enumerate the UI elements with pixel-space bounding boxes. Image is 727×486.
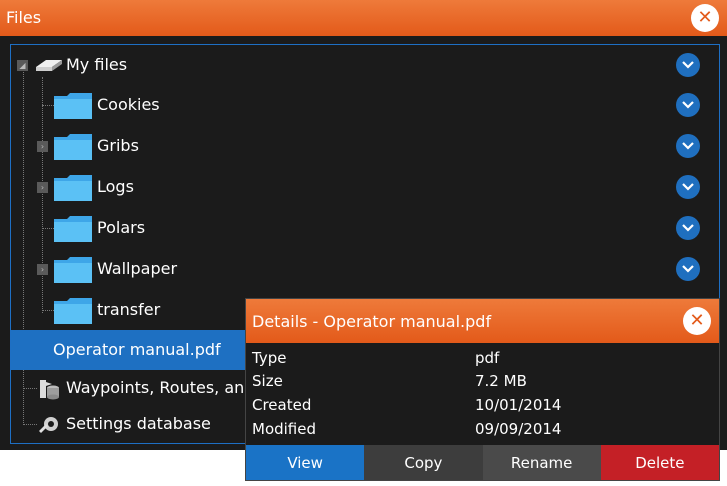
- item-menu-button[interactable]: [676, 216, 700, 240]
- tree-connector: [23, 388, 37, 389]
- tree-item-label: transfer: [97, 300, 161, 319]
- close-icon: ✕: [697, 7, 713, 28]
- folder-icon: [54, 134, 92, 160]
- tree-item-label: Operator manual.pdf: [53, 340, 221, 359]
- detail-value-type: pdf: [475, 349, 500, 367]
- window-title: Files: [6, 8, 42, 27]
- close-button[interactable]: ✕: [691, 4, 719, 32]
- folder-icon: [54, 257, 92, 283]
- expand-icon[interactable]: ◢: [17, 60, 28, 71]
- item-menu-button[interactable]: [676, 175, 700, 199]
- detail-value-modified: 09/09/2014: [475, 420, 562, 438]
- tree-item-my-files[interactable]: ◢ My files: [11, 45, 719, 85]
- tree-item-logs[interactable]: › Logs: [11, 167, 719, 207]
- details-title-bar: Details - Operator manual.pdf ✕: [246, 299, 719, 343]
- chevron-down-icon: [682, 142, 694, 150]
- settings-icon: [39, 417, 58, 433]
- expand-icon[interactable]: ›: [37, 264, 48, 275]
- detail-value-size: 7.2 MB: [475, 372, 527, 390]
- copy-button[interactable]: Copy: [364, 445, 483, 480]
- item-menu-button[interactable]: [676, 134, 700, 158]
- tree-item-label: Wallpaper: [97, 259, 178, 278]
- chevron-down-icon: [682, 183, 694, 191]
- tree-item-gribs[interactable]: › Gribs: [11, 126, 719, 166]
- detail-label-modified: Modified: [252, 420, 317, 438]
- details-close-button[interactable]: ✕: [683, 307, 711, 335]
- tree-item-label: Logs: [97, 177, 134, 196]
- title-bar: Files ✕: [0, 0, 727, 36]
- folder-icon: [54, 216, 92, 242]
- item-menu-button[interactable]: [676, 53, 700, 77]
- folder-icon: [54, 93, 92, 119]
- chevron-down-icon: [682, 224, 694, 232]
- folder-icon: [54, 175, 92, 201]
- details-dialog: Details - Operator manual.pdf ✕ Type pdf…: [245, 298, 720, 481]
- chevron-down-icon: [682, 265, 694, 273]
- details-title: Details - Operator manual.pdf: [252, 312, 492, 331]
- expand-icon[interactable]: ›: [37, 141, 48, 152]
- item-menu-button[interactable]: [676, 257, 700, 281]
- expand-icon[interactable]: ›: [37, 182, 48, 193]
- detail-label-created: Created: [252, 396, 312, 414]
- chevron-down-icon: [682, 61, 694, 69]
- drive-icon: [36, 60, 62, 71]
- view-button[interactable]: View: [246, 445, 365, 480]
- tree-item-wallpaper[interactable]: › Wallpaper: [11, 249, 719, 289]
- detail-label-size: Size: [252, 372, 283, 390]
- tree-item-label: Gribs: [97, 136, 139, 155]
- item-menu-button[interactable]: [676, 93, 700, 117]
- tree-item-label: Polars: [97, 218, 146, 237]
- detail-label-type: Type: [252, 349, 287, 367]
- close-icon: ✕: [689, 310, 705, 331]
- tree-item-label: Waypoints, Routes, and: [66, 378, 255, 397]
- delete-button[interactable]: Delete: [600, 445, 719, 480]
- tree-item-label: Settings database: [66, 414, 211, 433]
- chevron-down-icon: [682, 101, 694, 109]
- folder-icon: [54, 298, 92, 324]
- tree-item-label: My files: [66, 55, 128, 74]
- tree-item-operator-manual[interactable]: Operator manual.pdf: [11, 330, 246, 370]
- detail-value-created: 10/01/2014: [475, 396, 562, 414]
- waypoints-database-icon: [40, 380, 59, 400]
- tree-connector: [23, 424, 37, 425]
- tree-item-polars[interactable]: Polars: [11, 208, 719, 248]
- details-button-bar: View Copy Rename Delete: [246, 445, 719, 480]
- rename-button[interactable]: Rename: [482, 445, 601, 480]
- tree-item-label: Cookies: [97, 95, 160, 114]
- tree-item-cookies[interactable]: Cookies: [11, 85, 719, 125]
